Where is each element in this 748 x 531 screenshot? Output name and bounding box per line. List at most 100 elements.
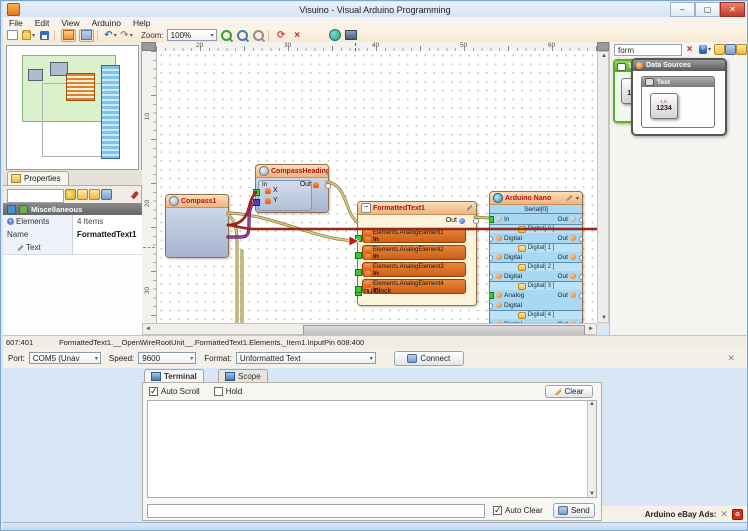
property-group-header[interactable]: Miscellaneous <box>3 203 142 215</box>
ftext-element-in-pin[interactable] <box>355 286 362 293</box>
terminal-output[interactable]: ▲ ▼ <box>147 400 597 498</box>
component-compass1[interactable]: Compass1 ⊓⊔Clock Out X Y Z <box>165 194 229 258</box>
zoom-in-button[interactable] <box>220 30 233 41</box>
component-formattedtext1[interactable]: − FormattedText1 Out Elements.AnalogElem… <box>357 201 477 306</box>
heading-y-pin[interactable] <box>253 199 260 206</box>
maximize-button[interactable]: ▢ <box>695 2 720 17</box>
save-project-button[interactable] <box>38 30 51 41</box>
ftext-out-pin[interactable] <box>473 218 479 224</box>
ftext-element-in-pin[interactable] <box>355 252 362 259</box>
clear-search-button[interactable]: × <box>684 44 695 55</box>
data-sources-text-header[interactable]: Text <box>642 77 714 87</box>
menu-help[interactable]: Help <box>133 18 150 28</box>
scroll-up-arrow[interactable]: ▲ <box>601 53 607 59</box>
nano-digital-out-pin[interactable] <box>579 236 582 242</box>
ads-tools-icon[interactable]: ✕ <box>720 509 728 520</box>
nano-digital-out-pin[interactable] <box>579 293 582 299</box>
output-scrollbar[interactable]: ▲ ▼ <box>587 401 596 497</box>
ftext-element[interactable]: Elements.AnalogElement2In <box>362 245 466 260</box>
menu-view[interactable]: View <box>61 18 79 28</box>
zoom-reset-button[interactable] <box>252 30 265 41</box>
toggle-grid-button[interactable] <box>79 29 94 42</box>
menu-arduino[interactable]: Arduino <box>92 18 121 28</box>
format-select[interactable]: Unformatted Text▾ <box>236 352 376 364</box>
property-row[interactable]: +Elements4 Items <box>3 215 142 229</box>
hold-checkbox[interactable] <box>214 387 223 396</box>
scroll-down-arrow[interactable]: ▼ <box>601 315 607 321</box>
component-arduino-nano[interactable]: Arduino Nano ▾ Serial[0]InOutDigital[ 0 … <box>489 191 583 323</box>
design-canvas[interactable]: Compass1 ⊓⊔Clock Out X Y Z CompassHeadin… <box>156 51 597 323</box>
palette-new-button[interactable] <box>714 44 725 55</box>
nano-analog-pin[interactable] <box>490 292 494 299</box>
formattedtext1-header[interactable]: − FormattedText1 <box>358 202 476 215</box>
collapse-all-button[interactable] <box>89 189 100 200</box>
text-source-component-item[interactable]: 1,0, 1234 <box>650 93 678 119</box>
tab-properties[interactable]: Properties <box>7 171 69 185</box>
nano-digital-in-pin[interactable] <box>490 255 493 261</box>
filter-highlight-button[interactable] <box>65 189 76 200</box>
ads-block-icon[interactable]: ⊘ <box>732 509 743 520</box>
property-filter-input[interactable] <box>7 189 64 203</box>
nano-digital-out-pin[interactable] <box>579 274 582 280</box>
nano-serial-out-pin[interactable] <box>579 217 582 223</box>
heading-out-pin[interactable] <box>325 183 331 189</box>
expand-all-button[interactable] <box>77 189 88 200</box>
compassheading1-header[interactable]: CompassHeading1 <box>256 165 328 178</box>
palette-open-button[interactable] <box>725 44 736 55</box>
pin-panel-button[interactable] <box>129 189 140 200</box>
port-select[interactable]: COM5 (Unav▾ <box>29 352 101 364</box>
minimize-button[interactable]: – <box>670 2 695 17</box>
menu-file[interactable]: File <box>9 18 23 28</box>
ftext-element-in-pin[interactable] <box>355 235 362 242</box>
connect-button[interactable]: Connect <box>394 351 464 366</box>
data-sources-text-group[interactable]: Text 1,0, 1234 <box>641 76 715 128</box>
zoom-select[interactable]: 100%▾ <box>167 29 217 41</box>
output-scroll-down[interactable]: ▼ <box>589 491 595 497</box>
output-scroll-up[interactable]: ▲ <box>589 401 595 407</box>
speed-select[interactable]: 9600▾ <box>138 352 196 364</box>
auto-clear-checkbox[interactable] <box>493 506 502 515</box>
wrench-icon[interactable] <box>466 205 472 211</box>
heading-x-pin[interactable] <box>253 189 260 196</box>
nano-header[interactable]: Arduino Nano ▾ <box>490 192 582 205</box>
property-row[interactable]: Text <box>3 241 142 255</box>
collapse-icon[interactable]: − <box>361 203 371 213</box>
minimap[interactable] <box>6 45 139 170</box>
nano-digital-out-pin[interactable] <box>579 255 582 261</box>
auto-scroll-checkbox[interactable] <box>149 387 158 396</box>
menu-edit[interactable]: Edit <box>35 18 50 28</box>
delete-button[interactable]: × <box>291 30 304 41</box>
ftext-element[interactable]: Elements.AnalogElement3In <box>362 262 466 277</box>
compass1-header[interactable]: Compass1 <box>166 195 228 208</box>
nano-digital-in-pin[interactable] <box>490 274 493 280</box>
new-project-button[interactable] <box>6 30 19 41</box>
data-sources-header[interactable]: Data Sources <box>633 60 725 71</box>
nano-digital-in-pin[interactable] <box>490 303 493 309</box>
terminal-tools-icon[interactable]: ✕ <box>727 353 735 364</box>
wrench-icon[interactable] <box>566 195 572 201</box>
category-view-button[interactable] <box>101 189 112 200</box>
canvas-horizontal-scrollbar[interactable]: ◄ ► <box>142 323 597 335</box>
palette-window-data-sources[interactable]: Data Sources Text 1,0, 1234 <box>631 58 727 136</box>
tab-scope[interactable]: Scope <box>218 369 268 383</box>
refresh-button[interactable]: ⟳ <box>275 30 288 41</box>
send-button[interactable]: Send <box>553 503 595 518</box>
nano-serial-in-pin[interactable] <box>490 216 494 223</box>
tab-terminal[interactable]: Terminal <box>144 369 204 383</box>
component-compassheading1[interactable]: CompassHeading1 In X Y Out <box>255 164 329 213</box>
close-button[interactable]: ✕ <box>720 2 745 17</box>
palette-search-input[interactable]: form <box>614 44 682 56</box>
ftext-element[interactable]: Elements.AnalogElement1In <box>362 228 466 243</box>
property-value-cell[interactable]: FormattedText1 <box>74 228 142 241</box>
compile-button[interactable] <box>329 30 342 41</box>
send-input[interactable] <box>147 504 485 518</box>
property-row[interactable]: NameFormattedText1 <box>3 228 142 242</box>
clear-button[interactable]: Clear <box>545 385 593 398</box>
ftext-element-in-pin[interactable] <box>355 269 362 276</box>
nano-digital-in-pin[interactable] <box>490 236 493 242</box>
scroll-left-arrow[interactable]: ◄ <box>145 326 151 332</box>
canvas-vertical-scrollbar[interactable]: ▲ ▼ <box>597 51 609 323</box>
user-filter-button[interactable]: ▾ <box>698 44 712 55</box>
redo-button[interactable]: ↷▾ <box>120 30 133 41</box>
open-project-button[interactable]: ▾ <box>22 30 35 41</box>
